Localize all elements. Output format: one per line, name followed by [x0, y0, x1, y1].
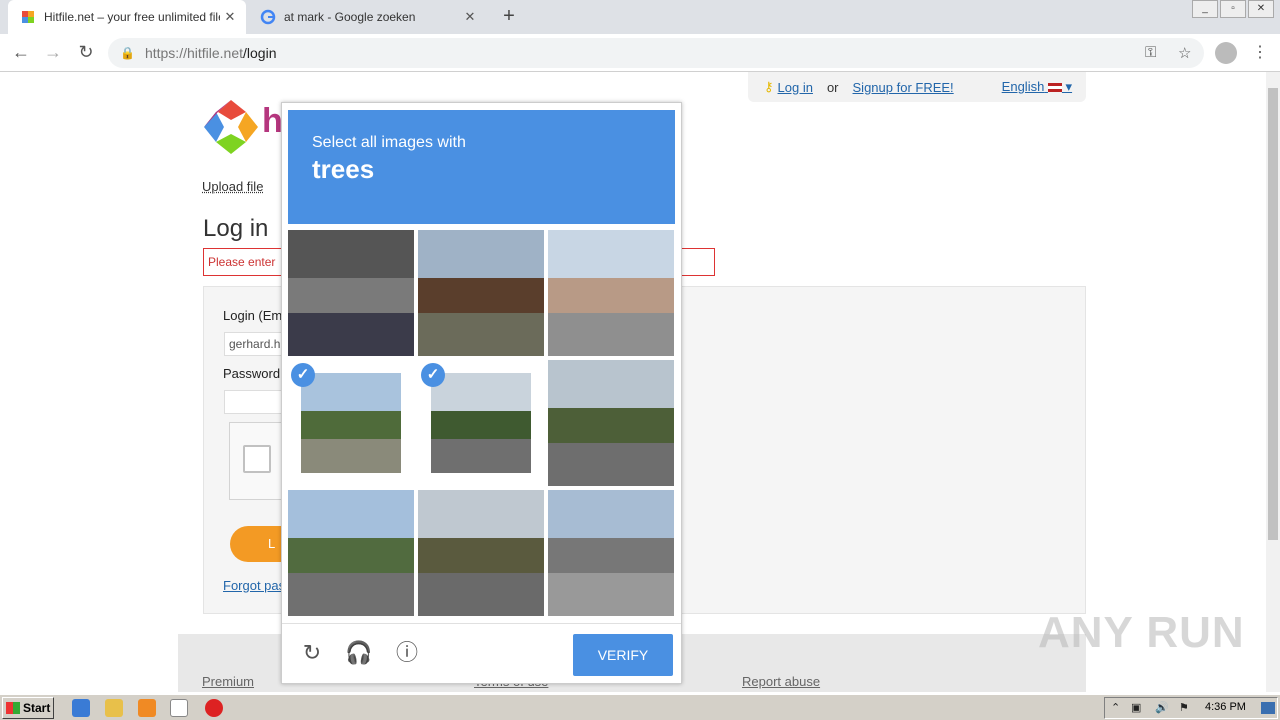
tile-image [288, 230, 414, 356]
selected-check-icon: ✓ [421, 363, 445, 387]
captcha-tile-palm-trees-road[interactable]: ✓ [418, 360, 544, 486]
footer-report-link[interactable]: Report abuse [742, 674, 820, 689]
top-login-link[interactable]: Log in [778, 80, 813, 95]
reload-challenge-icon[interactable]: ↻ [297, 638, 327, 668]
email-field[interactable]: gerhard.h [224, 332, 284, 356]
signup-link[interactable]: Signup for FREE! [853, 80, 954, 95]
us-flag-icon [1047, 83, 1062, 93]
challenge-instruction: Select all images with [312, 134, 466, 151]
captcha-tile-brick-building[interactable] [418, 230, 544, 356]
tray-expand-icon[interactable]: ⌃ [1111, 701, 1120, 714]
challenge-header: Select all images with trees [288, 110, 675, 224]
password-field[interactable] [224, 390, 284, 414]
captcha-tile-traffic-light-intersection[interactable] [548, 490, 674, 616]
ie-icon[interactable] [72, 699, 90, 717]
google-favicon-icon [260, 9, 276, 25]
tile-image [431, 373, 531, 473]
or-text: or [826, 79, 839, 95]
tab-google[interactable]: at mark - Google zoeken ✕ [250, 0, 486, 34]
tile-image [418, 230, 544, 356]
login-label: Login (Em [223, 308, 283, 323]
image-grid: ✓ ✓ [288, 230, 675, 617]
logo-text: h [262, 102, 283, 140]
verify-button[interactable]: VERIFY [573, 634, 673, 676]
tab-title: Hitfile.net – your free unlimited file s [44, 10, 220, 24]
flag-icon[interactable]: ⚑ [1179, 701, 1189, 714]
selected-check-icon: ✓ [291, 363, 315, 387]
profile-avatar[interactable] [1215, 42, 1237, 64]
captcha-tile-highway-sky[interactable] [288, 490, 414, 616]
page-title: Log in [203, 215, 269, 242]
tab-hitfile[interactable]: Hitfile.net – your free unlimited file s… [8, 0, 246, 34]
forgot-password-link[interactable]: Forgot pas [223, 578, 285, 593]
address-bar[interactable]: 🔒 https://hitfile.net/login [108, 38, 1204, 68]
tile-image [548, 230, 674, 356]
windows-taskbar: Start ⌃ ▣ 🔊 ⚑ 4:36 PM [0, 694, 1280, 720]
captcha-tile-gravel-construction[interactable] [548, 230, 674, 356]
network-icon[interactable]: ▣ [1131, 701, 1141, 714]
start-button[interactable]: Start [2, 697, 54, 719]
new-tab-button[interactable]: + [498, 5, 520, 29]
captcha-tile-graffiti-wall-road[interactable] [288, 230, 414, 356]
scrollbar-thumb[interactable] [1268, 88, 1278, 540]
volume-icon[interactable]: 🔊 [1155, 701, 1169, 714]
browser-toolbar: ← → ↻ 🔒 https://hitfile.net/login ⚿ ☆ ⋮ [0, 34, 1280, 72]
challenge-footer: ↻ 🎧 ⓘ VERIFY [282, 623, 681, 683]
footer-premium-link[interactable]: Premium [202, 674, 254, 689]
tile-image [548, 360, 674, 486]
tab-title: at mark - Google zoeken [284, 10, 416, 24]
close-icon[interactable]: ✕ [220, 9, 240, 25]
windows-logo-icon [6, 702, 20, 714]
recaptcha-challenge: Select all images with trees ✓ ✓ ↻ 🎧 ⓘ VE… [281, 102, 682, 684]
page-scrollbar[interactable] [1266, 72, 1280, 692]
hitfile-favicon-icon [22, 11, 34, 23]
hitfile-logo[interactable] [202, 98, 260, 156]
close-icon[interactable]: ✕ [460, 9, 480, 25]
star-icon[interactable]: ☆ [1178, 44, 1191, 62]
captcha-tile-roadside-trees[interactable] [548, 360, 674, 486]
tile-image [288, 490, 414, 616]
key-icon[interactable]: ⚿ [1145, 44, 1156, 61]
key-icon: ⚷ [764, 79, 774, 94]
anyrun-watermark: ANY RUN [1038, 608, 1245, 657]
folder-icon[interactable] [105, 699, 123, 717]
clock: 4:36 PM [1205, 701, 1246, 713]
forward-arrow-icon[interactable]: → [40, 40, 66, 66]
maximize-button[interactable]: ▫ [1220, 0, 1246, 18]
audio-challenge-icon[interactable]: 🎧 [344, 638, 374, 668]
reload-icon[interactable]: ↻ [73, 40, 99, 66]
tile-image [548, 490, 674, 616]
chrome-taskbar-icon[interactable] [170, 699, 188, 717]
top-account-bar: ⚷ Log in or Signup for FREE! English ▾ [748, 72, 1086, 102]
back-arrow-icon[interactable]: ← [8, 40, 34, 66]
captcha-tile-tree-sky[interactable]: ✓ [288, 360, 414, 486]
system-tray: ⌃ ▣ 🔊 ⚑ 4:36 PM [1104, 697, 1278, 719]
minimize-button[interactable]: _ [1192, 0, 1218, 18]
challenge-keyword: trees [312, 154, 375, 184]
media-player-icon[interactable] [138, 699, 156, 717]
captcha-tile-street-trees[interactable] [418, 490, 544, 616]
info-icon[interactable]: ⓘ [392, 638, 422, 668]
language-selector[interactable]: English ▾ [1002, 79, 1072, 95]
show-desktop-icon[interactable] [1261, 702, 1275, 714]
close-window-button[interactable]: ✕ [1248, 0, 1274, 18]
lock-icon: 🔒 [120, 46, 135, 60]
password-label: Password [223, 366, 281, 381]
upload-file-link[interactable]: Upload file [202, 179, 263, 194]
tile-image [301, 373, 401, 473]
tile-image [418, 490, 544, 616]
alert-icon[interactable] [205, 699, 223, 717]
window-controls: _ ▫ ✕ [1190, 0, 1274, 18]
url-text: https://hitfile.net/login [144, 45, 277, 61]
recaptcha-checkbox[interactable] [243, 445, 271, 473]
tab-strip: Hitfile.net – your free unlimited file s… [0, 0, 1280, 34]
menu-dots-icon[interactable]: ⋮ [1252, 42, 1268, 62]
